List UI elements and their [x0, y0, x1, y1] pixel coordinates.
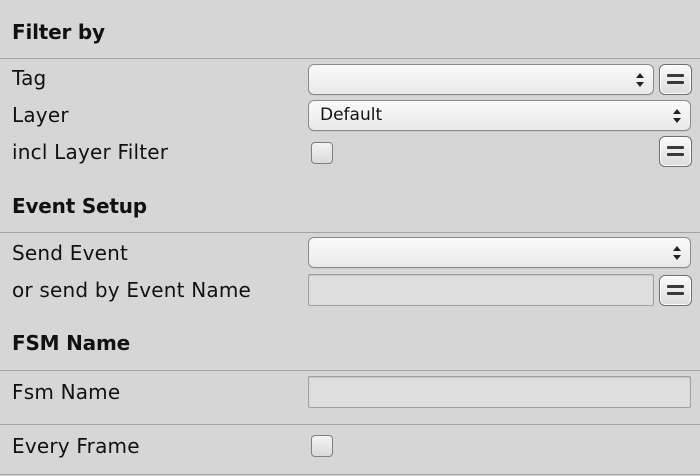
section-divider: [0, 370, 700, 371]
updown-arrows-icon: [636, 73, 644, 87]
incl-layer-filter-variable-toggle-button[interactable]: [659, 136, 692, 167]
layer-label: Layer: [12, 103, 69, 127]
every-frame-label: Every Frame: [12, 434, 140, 458]
equals-icon: [667, 146, 684, 149]
section-divider: [0, 474, 700, 475]
tag-label: Tag: [12, 66, 47, 90]
equals-icon: [667, 74, 684, 77]
updown-arrows-icon: [673, 109, 681, 123]
send-event-label: Send Event: [12, 241, 129, 265]
updown-arrows-icon: [673, 246, 681, 260]
fsm-name-field[interactable]: [308, 376, 691, 408]
section-divider: [0, 424, 700, 425]
section-divider: [0, 232, 700, 233]
event-name-field[interactable]: [308, 274, 654, 306]
event-name-label: or send by Event Name: [12, 278, 252, 302]
event-name-variable-toggle-button[interactable]: [659, 275, 692, 306]
tag-dropdown[interactable]: [308, 64, 654, 95]
equals-icon: [667, 285, 684, 288]
section-header-filter-by: Filter by: [12, 20, 105, 44]
tag-variable-toggle-button[interactable]: [659, 64, 692, 95]
layer-dropdown-value: Default: [320, 105, 383, 125]
section-header-event-setup: Event Setup: [12, 194, 147, 218]
fsm-name-label: Fsm Name: [12, 380, 121, 404]
section-divider: [0, 58, 700, 59]
incl-layer-filter-label: incl Layer Filter: [12, 140, 169, 164]
incl-layer-filter-checkbox[interactable]: [311, 142, 333, 164]
send-event-dropdown[interactable]: [308, 237, 691, 268]
layer-dropdown[interactable]: Default: [308, 100, 691, 131]
section-header-fsm-name: FSM Name: [12, 331, 130, 355]
every-frame-checkbox[interactable]: [311, 435, 333, 457]
